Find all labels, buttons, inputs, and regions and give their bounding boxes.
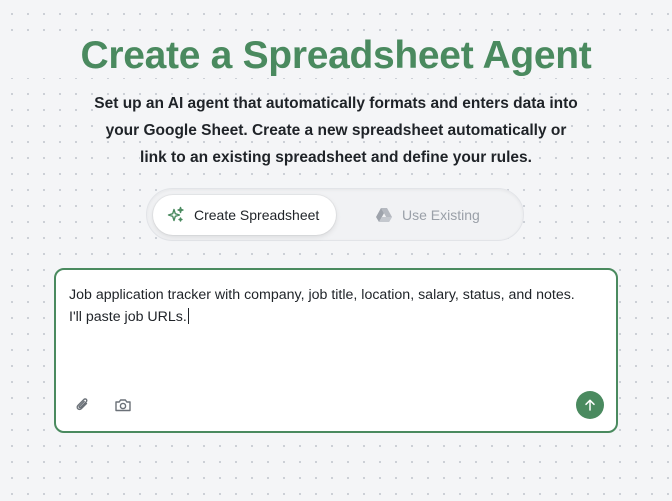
create-spreadsheet-button[interactable]: Create Spreadsheet xyxy=(153,195,336,235)
subtitle-line-1: Set up an AI agent that automatically fo… xyxy=(94,95,578,112)
google-drive-icon xyxy=(375,206,393,224)
page: Create a Spreadsheet Agent Set up an AI … xyxy=(0,0,672,501)
attach-button[interactable] xyxy=(73,395,93,415)
camera-button[interactable] xyxy=(113,395,133,415)
sparkle-icon xyxy=(167,206,185,224)
page-title: Create a Spreadsheet Agent xyxy=(0,34,672,78)
mode-toggle: Create Spreadsheet Use Existing xyxy=(146,188,524,241)
use-existing-label: Use Existing xyxy=(402,207,480,223)
arrow-up-icon xyxy=(583,398,597,412)
subtitle-line-2: your Google Sheet. Create a new spreadsh… xyxy=(105,122,567,139)
page-subtitle: Set up an AI agent that automatically fo… xyxy=(84,90,588,171)
text-caret xyxy=(187,308,189,324)
prompt-input[interactable]: Job application tracker with company, jo… xyxy=(69,284,589,328)
camera-icon xyxy=(114,396,132,414)
prompt-input-value: Job application tracker with company, jo… xyxy=(69,287,579,325)
paperclip-icon xyxy=(74,396,92,414)
subtitle-line-3: link to an existing spreadsheet and defi… xyxy=(140,149,532,166)
use-existing-button[interactable]: Use Existing xyxy=(371,195,501,235)
create-spreadsheet-label: Create Spreadsheet xyxy=(194,207,320,223)
send-button[interactable] xyxy=(576,391,604,419)
prompt-composer[interactable]: Job application tracker with company, jo… xyxy=(54,268,618,433)
